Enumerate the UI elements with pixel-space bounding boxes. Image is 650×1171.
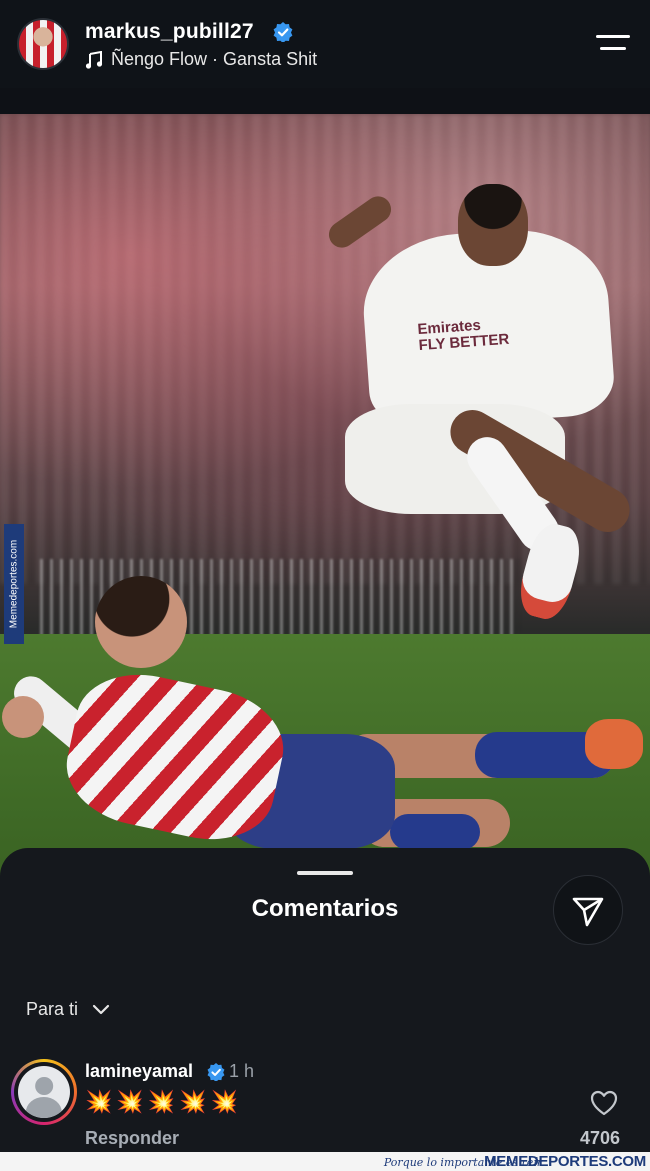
commenter-avatar-ring-gap: [14, 1062, 74, 1122]
comment-sort-filter[interactable]: Para ti: [26, 999, 110, 1020]
shirt-sponsor: Emirates FLY BETTER: [417, 316, 510, 354]
chevron-down-icon: [92, 1004, 110, 1014]
commenter-username[interactable]: lamineyamal: [85, 1061, 193, 1082]
post-header: [0, 0, 650, 88]
sliding-player-hand: [2, 696, 44, 738]
share-button[interactable]: [553, 875, 623, 945]
sliding-player-head: [95, 576, 187, 668]
footer-brand: MEMEDEPORTES.COM: [484, 1153, 646, 1170]
post-username[interactable]: markus_pubill27: [85, 20, 254, 44]
side-watermark: Memedeportes.com: [4, 524, 24, 644]
like-count: 4706: [580, 1128, 621, 1148]
side-watermark-text: Memedeportes.com: [8, 539, 20, 629]
commenter-avatar[interactable]: [11, 1059, 77, 1125]
sliding-player-boot: [585, 719, 643, 769]
music-track-label: Ñengo Flow · Gansta Shit: [111, 49, 318, 69]
sheet-grabber[interactable]: [297, 871, 353, 875]
jumping-player-head: [458, 184, 528, 266]
menu-icon[interactable]: [596, 33, 630, 53]
music-note-icon: [85, 50, 103, 69]
reply-button[interactable]: Responder: [85, 1128, 179, 1149]
sliding-player-sock-back: [390, 814, 480, 850]
profile-avatar[interactable]: [17, 18, 69, 70]
comment-timestamp: 1 h: [229, 1061, 255, 1081]
post-photo: Memedeportes.com Emirates FLY BETTER: [0, 114, 650, 974]
comment-sort-label: Para ti: [26, 999, 79, 1019]
comment-text: 💥💥💥💥💥: [85, 1089, 242, 1114]
verified-icon: [207, 1063, 225, 1081]
share-send-icon: [572, 897, 604, 927]
default-avatar-icon: [18, 1066, 70, 1118]
verified-icon: [273, 22, 293, 42]
music-track[interactable]: Ñengo Flow · Gansta Shit: [85, 49, 317, 70]
heart-icon[interactable]: [590, 1090, 618, 1116]
